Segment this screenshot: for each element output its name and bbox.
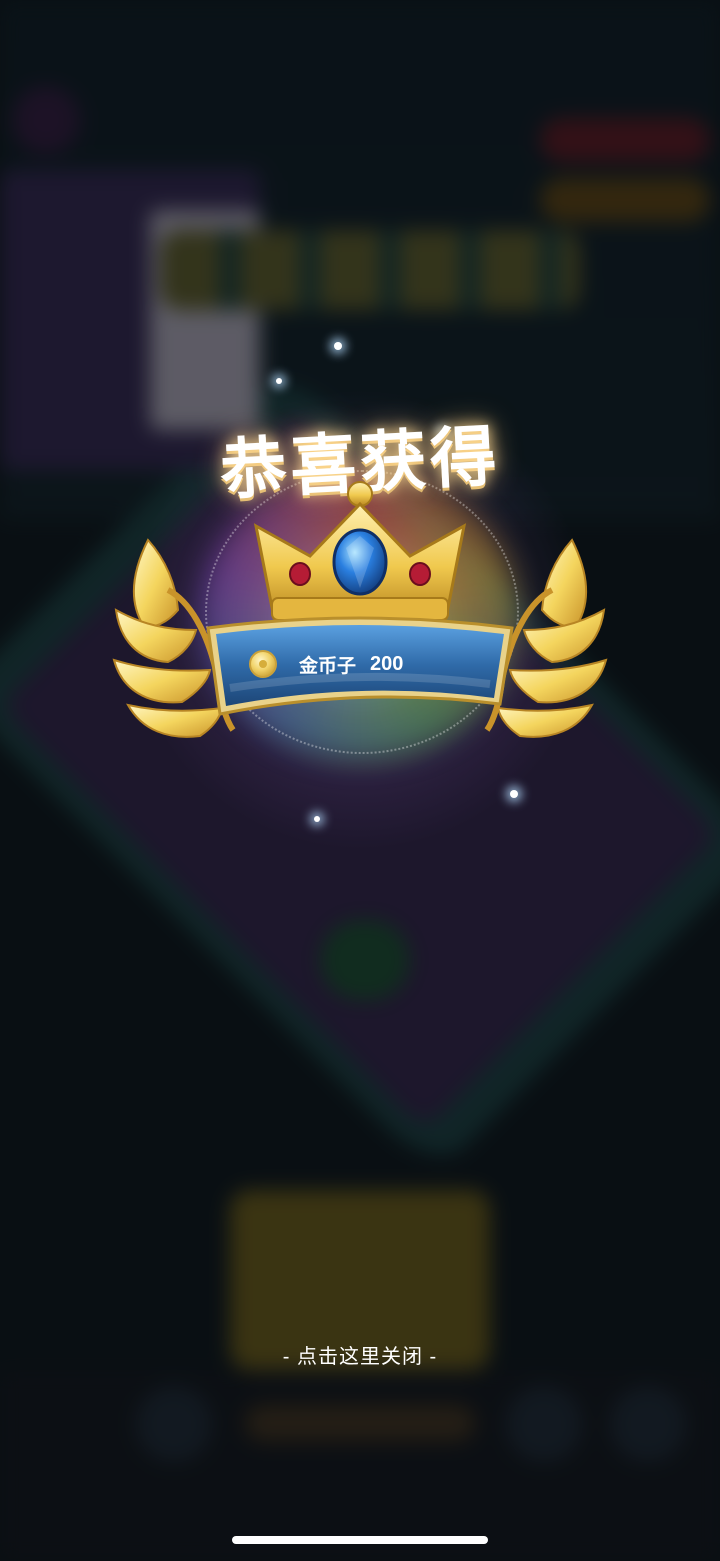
close-button[interactable]: - 点击这里关闭 - bbox=[0, 1340, 720, 1369]
sparkle-icon bbox=[314, 816, 320, 822]
reward-name: 金币子 bbox=[299, 655, 357, 677]
sparkle-icon bbox=[276, 378, 282, 384]
sparkle-icon bbox=[334, 342, 342, 350]
reward-item: 金币子 200 bbox=[245, 644, 475, 684]
home-indicator[interactable] bbox=[232, 1536, 488, 1544]
coin-icon bbox=[249, 650, 277, 678]
reward-amount: 200 bbox=[370, 652, 404, 675]
game-screen: 恭喜获得 金币子 200 - 点击这里关闭 - bbox=[0, 0, 720, 1561]
sparkle-icon bbox=[510, 790, 518, 798]
